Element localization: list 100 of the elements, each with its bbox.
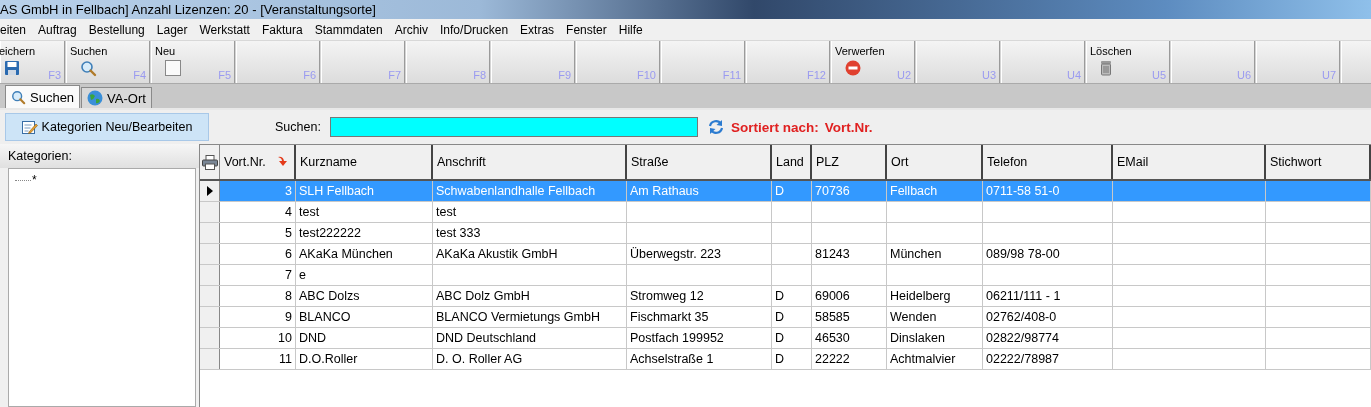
blank-page-icon bbox=[165, 60, 181, 76]
toolbar-button[interactable]: Neu F5 bbox=[151, 41, 235, 83]
table-cell: ABC Dolz GmbH bbox=[433, 286, 627, 306]
table-cell: 81243 bbox=[812, 244, 887, 264]
table-row[interactable]: 4 test test bbox=[200, 202, 1371, 223]
table-cell: 3 bbox=[220, 181, 296, 201]
table-cell: AKaKa München bbox=[296, 244, 433, 264]
column-header[interactable]: Telefon bbox=[983, 145, 1113, 179]
table-cell: DND bbox=[296, 328, 433, 348]
window-title: AS GmbH in Fellbach] Anzahl Lizenzen: 20 - [Veranstaltungsorte] bbox=[0, 2, 376, 17]
table-cell: 089/98 78-00 bbox=[983, 244, 1113, 264]
table-cell: Postfach 199952 bbox=[627, 328, 772, 348]
table-row[interactable]: 5 test222222 test 333 bbox=[200, 223, 1371, 244]
table-cell: BLANCO bbox=[296, 307, 433, 327]
table-cell: 06211/111 - 1 bbox=[983, 286, 1113, 306]
table-cell: 7 bbox=[220, 265, 296, 285]
table-cell: test bbox=[296, 202, 433, 222]
refresh-icon[interactable] bbox=[707, 119, 724, 135]
table-cell: D bbox=[772, 328, 812, 348]
menu-item[interactable]: Info/Drucken bbox=[434, 22, 515, 37]
categories-button[interactable]: Kategorien Neu/Bearbeiten bbox=[5, 113, 209, 141]
sort-value: Vort.Nr. bbox=[824, 119, 873, 135]
column-header[interactable]: Ort bbox=[887, 145, 983, 179]
table-cell: Überwegstr. 223 bbox=[627, 244, 772, 264]
table-cell: e bbox=[296, 265, 433, 285]
table-cell: 9 bbox=[220, 307, 296, 327]
menu-item[interactable]: eiten bbox=[0, 22, 33, 37]
column-header[interactable]: EMail bbox=[1113, 145, 1266, 179]
table-cell: Dinslaken bbox=[887, 328, 983, 348]
sort-label: Sortiert nach: bbox=[730, 119, 819, 135]
menu-item[interactable]: Hilfe bbox=[612, 22, 649, 37]
table-row[interactable]: 8 ABC Dolzs ABC Dolz GmbH Stromweg 12 D 69006 Heidelberg 06211/111 - 1 bbox=[200, 286, 1371, 307]
table-cell: 69006 bbox=[812, 286, 887, 306]
table-cell: 5 bbox=[220, 223, 296, 243]
menu-item[interactable]: Lager bbox=[150, 22, 194, 37]
table-cell: Schwabenlandhalle Fellbach bbox=[433, 181, 627, 201]
tab[interactable]: Suchen bbox=[5, 85, 81, 108]
tree-item[interactable]: * bbox=[32, 173, 37, 187]
print-button[interactable] bbox=[200, 145, 220, 179]
toolbar-button[interactable]: Suchen F4 bbox=[66, 41, 150, 83]
search-icon bbox=[80, 60, 97, 77]
toolbar-button[interactable]: Verwerfen U2 bbox=[831, 41, 915, 83]
table-cell: 8 bbox=[220, 286, 296, 306]
menu-item[interactable]: Werkstatt bbox=[193, 22, 256, 37]
table-cell: D. O. Roller AG bbox=[433, 349, 627, 369]
search-field[interactable] bbox=[329, 117, 698, 137]
table-cell: Achselstraße 1 bbox=[627, 349, 772, 369]
column-header[interactable]: Stichwort bbox=[1266, 145, 1371, 179]
menu-item[interactable]: Stammdaten bbox=[308, 22, 389, 37]
table-cell: AKaKa Akustik GmbH bbox=[433, 244, 627, 264]
table-cell: 02822/98774 bbox=[983, 328, 1113, 348]
menu-item[interactable]: Auftrag bbox=[32, 22, 83, 37]
table-cell: 70736 bbox=[812, 181, 887, 201]
table-cell: 02762/408-0 bbox=[983, 307, 1113, 327]
table-cell: Fischmarkt 35 bbox=[627, 307, 772, 327]
table-cell: Achtmalvier bbox=[887, 349, 983, 369]
table-row[interactable]: 9 BLANCO BLANCO Vermietungs GmbH Fischmarkt 35 D 58585 Wenden 02762/408-0 bbox=[200, 307, 1371, 328]
tab[interactable]: VA-Ort bbox=[81, 87, 152, 108]
column-header[interactable]: Anschrift bbox=[433, 145, 627, 179]
column-header[interactable]: Kurzname bbox=[296, 145, 433, 179]
menu-item[interactable]: Fenster bbox=[560, 22, 613, 37]
table-cell: München bbox=[887, 244, 983, 264]
toolbar-button[interactable]: eichern F3 bbox=[0, 41, 65, 83]
table-row[interactable]: 10 DND DND Deutschland Postfach 199952 D 46530 Dinslaken 02822/98774 bbox=[200, 328, 1371, 349]
column-header[interactable]: PLZ bbox=[812, 145, 887, 179]
table-row[interactable]: 7 e bbox=[200, 265, 1371, 286]
table-cell: test 333 bbox=[433, 223, 627, 243]
table-cell: Am Rathaus bbox=[627, 181, 772, 201]
table-cell: test222222 bbox=[296, 223, 433, 243]
table-cell: 58585 bbox=[812, 307, 887, 327]
table-cell: 10 bbox=[220, 328, 296, 348]
table-cell: 02222/78987 bbox=[983, 349, 1113, 369]
search-label: Suchen: bbox=[275, 120, 321, 134]
table-cell: Heidelberg bbox=[887, 286, 983, 306]
toolbar-button[interactable]: Löschen U5 bbox=[1086, 41, 1170, 83]
table-cell: 46530 bbox=[812, 328, 887, 348]
table-cell: 4 bbox=[220, 202, 296, 222]
table-cell: D.O.Roller bbox=[296, 349, 433, 369]
table-cell: D bbox=[772, 286, 812, 306]
sort-arrow-icon bbox=[277, 155, 289, 167]
table-cell: SLH Fellbach bbox=[296, 181, 433, 201]
table-row[interactable]: 11 D.O.Roller D. O. Roller AG Achselstraße 1 D 22222 Achtmalvier 02222/78987 bbox=[200, 349, 1371, 370]
menu-item[interactable]: Faktura bbox=[255, 22, 309, 37]
column-header[interactable]: Straße bbox=[627, 145, 772, 179]
column-header[interactable]: Vort.Nr. bbox=[220, 145, 296, 179]
table-cell: Stromweg 12 bbox=[627, 286, 772, 306]
menu-item[interactable]: Archiv bbox=[388, 22, 435, 37]
menu-item[interactable]: Extras bbox=[514, 22, 561, 37]
table-cell: 22222 bbox=[812, 349, 887, 369]
search-icon bbox=[11, 89, 26, 105]
no-entry-icon bbox=[845, 60, 861, 76]
table-cell: ABC Dolzs bbox=[296, 286, 433, 306]
printer-icon bbox=[201, 154, 218, 170]
menu-item[interactable]: Bestellung bbox=[82, 22, 151, 37]
table-cell: test bbox=[433, 202, 627, 222]
table-cell: D bbox=[772, 349, 812, 369]
table-row[interactable]: 6 AKaKa München AKaKa Akustik GmbH Überwegstr. 223 81243 München 089/98 78-00 bbox=[200, 244, 1371, 265]
column-header[interactable]: Land bbox=[772, 145, 812, 179]
row-header[interactable] bbox=[200, 181, 220, 201]
edit-icon bbox=[21, 119, 38, 135]
